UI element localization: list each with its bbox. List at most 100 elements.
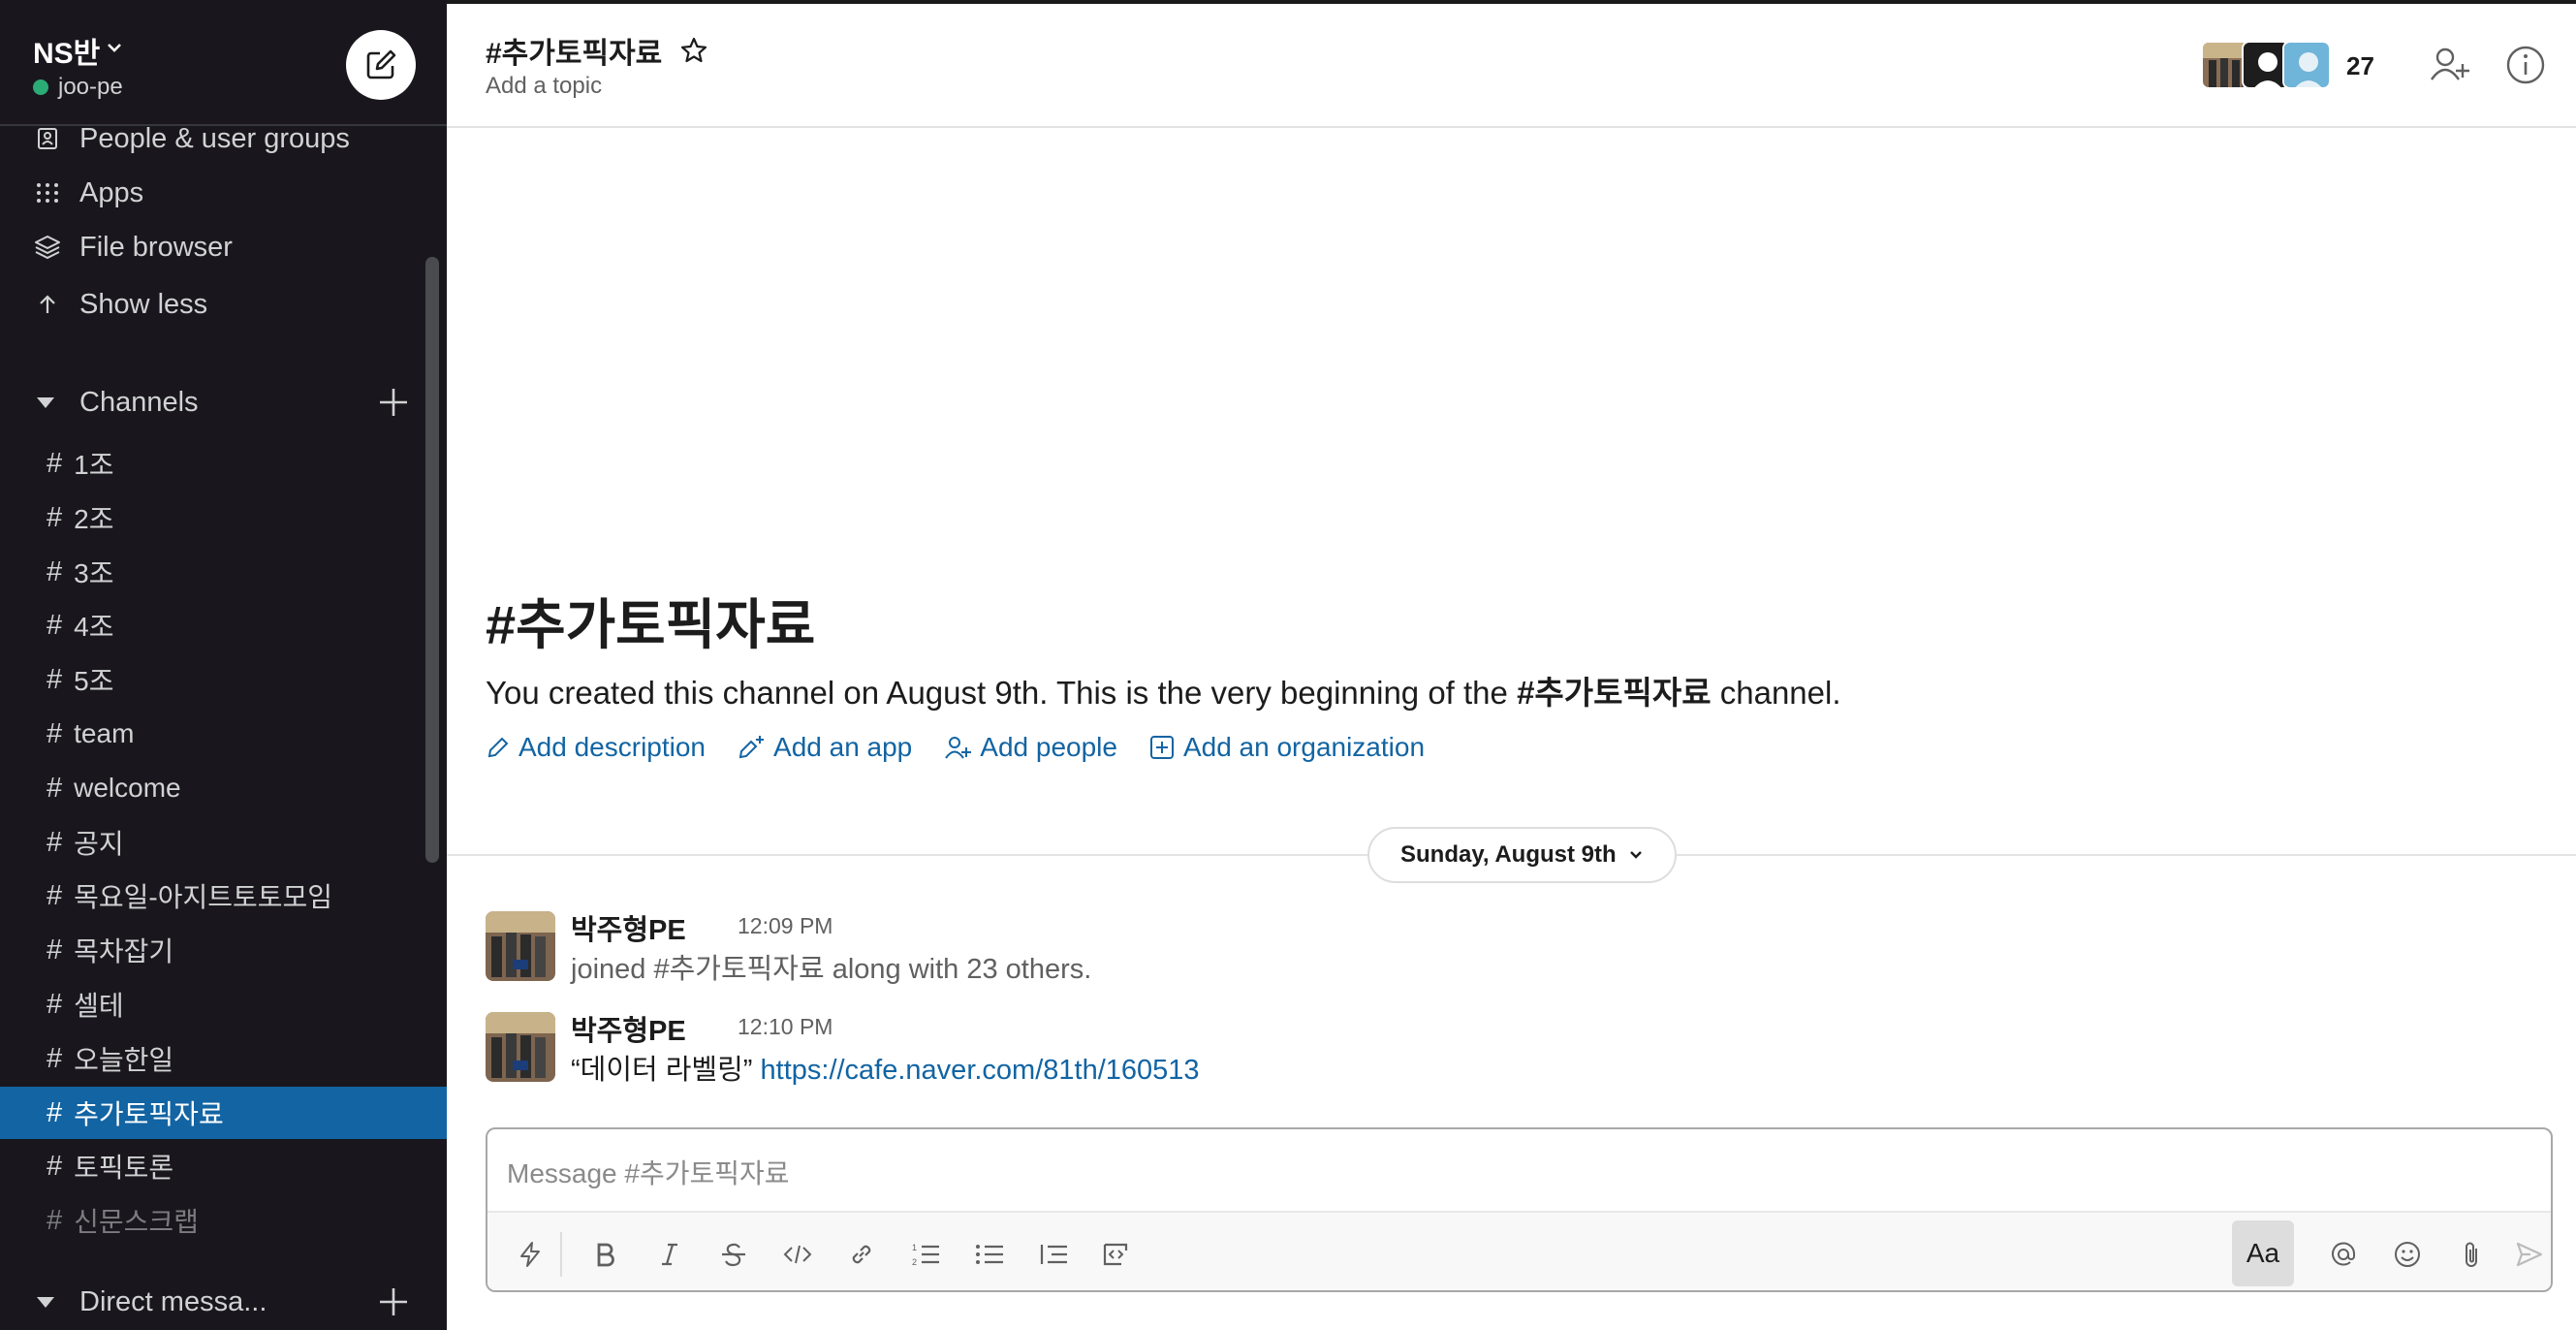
message-composer: Message #추가토픽자료 12 Aa [486,1127,2553,1292]
emoji-button[interactable] [2386,1233,2429,1276]
add-people-button[interactable]: Add people [943,732,1117,763]
attach-button[interactable] [2450,1233,2493,1276]
nav-file-browser[interactable]: File browser [0,221,426,273]
mention-button[interactable] [2322,1233,2365,1276]
channel-intro-title: #추가토픽자료 [486,594,816,655]
sidebar-channel-item[interactable]: # 토픽토론 [0,1140,447,1192]
channel-name: 오늘한일 [74,1045,174,1075]
action-label: Add an organization [1182,732,1426,762]
formatting-toggle-button[interactable]: Aa [2232,1220,2294,1286]
message-input[interactable]: Message #추가토픽자료 [507,1153,790,1191]
channel-title-text: #추가토픽자료 [486,38,663,70]
direct-messages-section-header[interactable]: Direct messa... [0,1275,426,1329]
send-icon [2516,1242,2543,1267]
message-body: “데이터 라벨링” https://cafe.naver.com/81th/16… [571,1047,1200,1088]
sidebar-channel-item[interactable]: # 목요일-아지트토토모임 [0,870,447,922]
intro-channel-name: #추가토픽자료 [1517,675,1712,711]
channel-name: 공지 [74,829,124,859]
message-timestamp[interactable]: 12:10 PM [738,1014,832,1040]
message-body: joined #추가토픽자료 along with 23 others. [571,954,1092,985]
intro-text-start: You created this channel on August 9th. … [486,675,1518,711]
italic-icon [662,1243,677,1266]
sidebar-channel-item[interactable]: #5조 [0,653,447,706]
compose-button[interactable] [346,30,416,100]
code-button[interactable] [776,1233,819,1276]
arrow-up-icon [33,293,62,316]
channel-hash-icon: # [47,1204,63,1236]
sidebar-channel-item[interactable]: # 추가토픽자료 [0,1087,447,1139]
current-user[interactable]: joo-pe [33,74,123,101]
message-sender[interactable]: 박주형PE [571,1008,686,1049]
nav-people-user-groups[interactable]: People & user groups [0,112,426,165]
nav-show-less[interactable]: Show less [0,278,426,331]
channel-intro-actions: Add description Add an app Add people Ad… [486,732,1425,763]
action-label: Add people [980,732,1117,762]
workspace-header[interactable]: NS반 joo-pe [0,0,447,126]
channels-section-label: Channels [79,386,199,418]
svg-text:1: 1 [912,1243,917,1252]
workspace-name[interactable]: NS반 [33,29,123,72]
sidebar-channel-item[interactable]: # team [0,708,447,760]
add-topic-link[interactable]: Add a topic [486,73,602,100]
strikethrough-button[interactable] [712,1233,755,1276]
chevron-down-icon [1629,851,1642,859]
bulleted-list-button[interactable] [968,1233,1011,1276]
channel-hash-icon: # [47,555,63,587]
channel-view: #추가토픽자료 Add a topic 27 #추가토픽자료 You creat… [447,0,2576,1330]
code-block-button[interactable] [1096,1233,1139,1276]
ordered-list-icon: 12 [912,1243,939,1267]
info-icon[interactable] [2503,43,2548,87]
add-organization-button[interactable]: Add an organization [1148,732,1425,763]
sidebar-channel-item[interactable]: # welcome [0,762,447,814]
add-person-icon [945,737,972,759]
channels-section-header[interactable]: Channels [0,375,426,429]
pencil-icon [487,737,509,758]
sidebar-channel-item[interactable]: #2조 [0,491,447,544]
add-description-button[interactable]: Add description [486,732,706,763]
add-channel-icon[interactable] [374,383,413,422]
sidebar-channel-item[interactable]: # 셀테 [0,978,447,1030]
blockquote-button[interactable] [1032,1233,1075,1276]
member-avatars[interactable] [2201,41,2331,89]
message-sender[interactable]: 박주형PE [571,907,686,948]
sidebar-channel-item[interactable]: #1조 [0,437,447,490]
avatar[interactable] [486,911,555,981]
sidebar-channel-item[interactable]: # 오늘한일 [0,1032,447,1085]
date-divider-button[interactable]: Sunday, August 9th [1367,827,1677,883]
sidebar-channel-item[interactable]: # 신문스크랩 [0,1194,447,1247]
channel-hash-icon: # [47,988,63,1020]
sidebar-channel-item[interactable]: # 목차잡기 [0,924,447,976]
online-status-icon [33,79,48,95]
channel-hash-icon: # [47,826,63,858]
hidden-placeholder [1459,43,1503,87]
sidebar-scrollbar[interactable] [425,257,439,863]
avatar[interactable] [486,1012,555,1082]
channel-hash-icon: # [47,1150,63,1182]
channel-title[interactable]: #추가토픽자료 [486,29,708,72]
star-icon[interactable] [679,36,708,65]
bold-button[interactable] [584,1233,627,1276]
link-button[interactable] [840,1233,883,1276]
message-timestamp[interactable]: 12:09 PM [738,913,832,939]
message-link[interactable]: https://cafe.naver.com/81th/160513 [761,1055,1200,1086]
sidebar-channel-item[interactable]: # 공지 [0,816,447,869]
italic-button[interactable] [648,1233,691,1276]
add-app-button[interactable]: Add an app [737,732,912,763]
ordered-list-button[interactable]: 12 [904,1233,947,1276]
sidebar-channel-item[interactable]: #4조 [0,599,447,651]
member-count[interactable]: 27 [2346,51,2374,81]
app-sparkle-icon [738,736,765,759]
caret-down-icon [37,396,54,408]
channel-hash-icon: # [47,934,63,966]
add-direct-message-icon[interactable] [374,1282,413,1321]
channel-name: 4조 [74,612,114,642]
code-block-icon [1103,1243,1128,1266]
channel-name: 3조 [74,558,114,588]
paperclip-icon [2466,1242,2477,1267]
send-button[interactable] [2508,1233,2551,1276]
chevron-down-icon [106,39,123,62]
add-person-icon[interactable] [2428,43,2472,87]
nav-apps[interactable]: Apps [0,167,426,219]
shortcuts-button[interactable] [509,1233,551,1276]
sidebar-channel-item[interactable]: #3조 [0,546,447,598]
